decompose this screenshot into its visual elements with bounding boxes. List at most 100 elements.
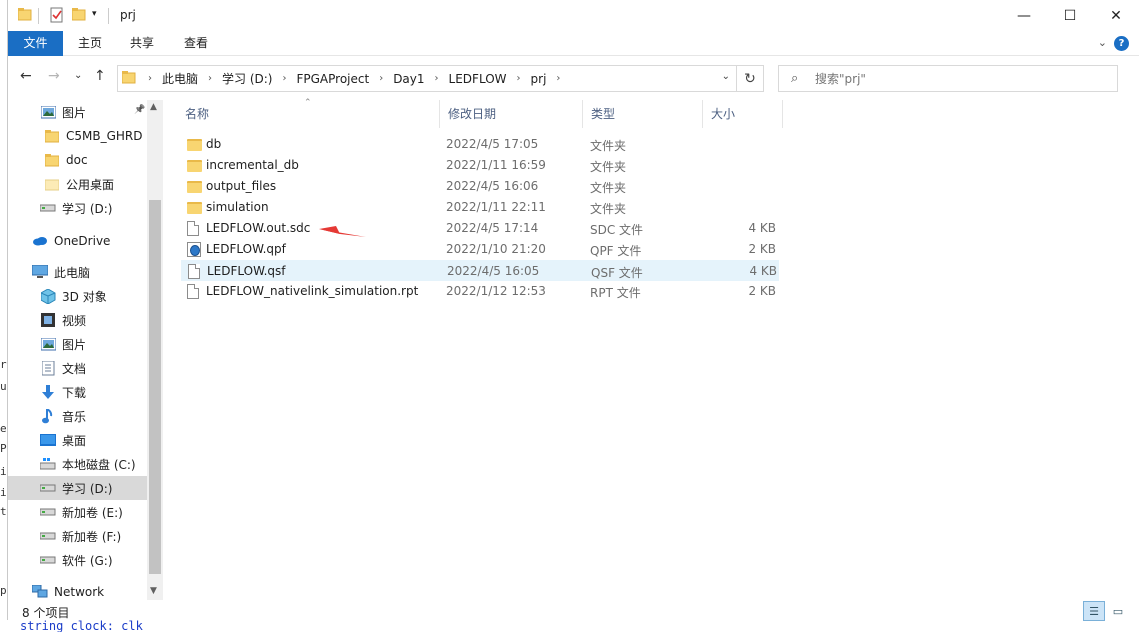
sidebar-item[interactable]: 视频 bbox=[8, 308, 147, 332]
file-type: 文件夹 bbox=[590, 160, 627, 174]
breadcrumb-item[interactable]: FPGAProject bbox=[292, 72, 373, 86]
help-icon[interactable]: ? bbox=[1114, 36, 1129, 51]
close-button[interactable]: ✕ bbox=[1093, 0, 1139, 31]
column-header-size[interactable]: 大小 bbox=[703, 100, 783, 128]
file-type: 文件夹 bbox=[590, 139, 627, 153]
search-input[interactable] bbox=[815, 70, 1105, 88]
tab-share[interactable]: 共享 bbox=[116, 31, 168, 56]
file-row[interactable]: output_files 2022/4/5 16:06 文件夹 bbox=[181, 176, 779, 197]
sidebar-item[interactable]: 音乐 bbox=[8, 404, 147, 428]
sidebar-item[interactable]: 新加卷 (F:) bbox=[8, 524, 147, 548]
sidebar-item-label: 图片 bbox=[62, 337, 87, 352]
file-modified: 2022/4/5 17:05 bbox=[446, 137, 539, 151]
drive-icon bbox=[40, 505, 56, 519]
ribbon-expand-icon[interactable]: ⌄ bbox=[1098, 36, 1107, 49]
breadcrumb-item[interactable]: 学习 (D:) bbox=[218, 70, 276, 87]
breadcrumb-item[interactable]: 此电脑 bbox=[158, 70, 202, 87]
sidebar-item-label: 本地磁盘 (C:) bbox=[62, 457, 136, 472]
file-name: LEDFLOW_nativelink_simulation.rpt bbox=[206, 284, 419, 298]
details-view-icon[interactable]: ☰ bbox=[1083, 601, 1105, 621]
folder-icon bbox=[44, 129, 60, 143]
sidebar-item-label: 文档 bbox=[62, 361, 87, 376]
navigation-scrollbar[interactable]: ▲ ▼ bbox=[147, 100, 163, 600]
sidebar-item-label: 新加卷 (F:) bbox=[62, 529, 122, 544]
forward-button[interactable]: → bbox=[48, 68, 60, 84]
folder-icon[interactable] bbox=[17, 7, 32, 24]
sidebar-item[interactable]: OneDrive bbox=[8, 229, 147, 253]
sidebar-item[interactable]: 图片 bbox=[8, 332, 147, 356]
chevron-right-icon[interactable]: › bbox=[142, 73, 158, 84]
breadcrumb-item[interactable]: prj bbox=[527, 72, 551, 86]
file-row[interactable]: LEDFLOW.out.sdc 2022/4/5 17:14 SDC 文件 4 KB bbox=[181, 218, 779, 239]
breadcrumb-item[interactable]: LEDFLOW bbox=[445, 72, 511, 86]
file-name: db bbox=[206, 137, 222, 151]
back-button[interactable]: ← bbox=[20, 68, 32, 84]
file-row[interactable]: LEDFLOW_nativelink_simulation.rpt 2022/1/… bbox=[181, 281, 779, 302]
address-bar[interactable]: › 此电脑 › 学习 (D:) › FPGAProject › Day1 › L… bbox=[117, 65, 737, 92]
customize-dropdown-icon[interactable]: ▾ bbox=[92, 9, 97, 19]
tab-file[interactable]: 文件 bbox=[8, 31, 63, 56]
sidebar-item[interactable]: doc bbox=[8, 148, 147, 172]
file-name: output_files bbox=[206, 179, 277, 193]
file-icon bbox=[187, 284, 201, 299]
recent-locations-button[interactable]: ⌄ bbox=[74, 70, 82, 81]
tab-home[interactable]: 主页 bbox=[64, 31, 116, 56]
properties-icon[interactable] bbox=[50, 7, 64, 26]
file-row[interactable]: db 2022/4/5 17:05 文件夹 bbox=[181, 134, 779, 155]
up-button[interactable]: ↑ bbox=[94, 68, 106, 84]
file-row[interactable]: LEDFLOW.qsf 2022/4/5 16:05 QSF 文件 4 KB bbox=[181, 260, 779, 281]
status-bar: 8 个项目 ☰ ▭ bbox=[8, 600, 1139, 622]
videos-icon bbox=[40, 313, 56, 327]
file-modified: 2022/4/5 16:06 bbox=[446, 179, 539, 193]
file-icon bbox=[188, 264, 202, 279]
sidebar-item-label: 新加卷 (E:) bbox=[62, 505, 123, 520]
sidebar-item[interactable]: C5MB_GHRD bbox=[8, 124, 147, 148]
title-bar: ▾ prj — ☐ ✕ bbox=[8, 0, 1139, 31]
3d-objects-icon bbox=[40, 288, 56, 304]
breadcrumb-item[interactable]: Day1 bbox=[389, 72, 428, 86]
tab-view[interactable]: 查看 bbox=[170, 31, 222, 56]
scroll-down-icon[interactable]: ▼ bbox=[150, 586, 157, 596]
search-box[interactable]: ⌕ bbox=[778, 65, 1118, 92]
sidebar-item[interactable]: 新加卷 (E:) bbox=[8, 500, 147, 524]
large-icons-view-icon[interactable]: ▭ bbox=[1107, 601, 1129, 621]
chevron-right-icon[interactable]: › bbox=[202, 73, 218, 84]
new-folder-icon[interactable] bbox=[71, 7, 86, 24]
file-row[interactable]: LEDFLOW.qpf 2022/1/10 21:20 QPF 文件 2 KB bbox=[181, 239, 779, 260]
sidebar-item-label: 视频 bbox=[62, 313, 87, 328]
sidebar-item[interactable]: 桌面 bbox=[8, 428, 147, 452]
minimize-button[interactable]: — bbox=[1001, 0, 1047, 31]
chevron-right-icon[interactable]: › bbox=[511, 73, 527, 84]
sidebar-item[interactable]: Network bbox=[8, 580, 147, 600]
column-header-type[interactable]: 类型 bbox=[583, 100, 703, 128]
maximize-button[interactable]: ☐ bbox=[1047, 0, 1093, 31]
sidebar-item[interactable]: 本地磁盘 (C:) bbox=[8, 452, 147, 476]
sidebar-item[interactable]: 图片 📌 bbox=[8, 100, 147, 124]
chevron-right-icon[interactable]: › bbox=[373, 73, 389, 84]
file-name: LEDFLOW.qsf bbox=[207, 264, 286, 278]
sidebar-item-label: 学习 (D:) bbox=[62, 481, 113, 496]
address-history-dropdown-icon[interactable]: ⌄ bbox=[722, 71, 730, 82]
column-header-modified[interactable]: 修改日期 bbox=[440, 100, 583, 128]
sidebar-item[interactable]: 文档 bbox=[8, 356, 147, 380]
sidebar-item[interactable]: 下载 bbox=[8, 380, 147, 404]
scroll-up-icon[interactable]: ▲ bbox=[150, 102, 157, 112]
sidebar-item[interactable]: 此电脑 bbox=[8, 260, 147, 284]
sidebar-item[interactable]: 学习 (D:) bbox=[8, 476, 147, 500]
sidebar-item[interactable]: 3D 对象 bbox=[8, 284, 147, 308]
refresh-button[interactable]: ↻ bbox=[737, 65, 764, 92]
scrollbar-thumb[interactable] bbox=[149, 200, 161, 574]
chevron-right-icon[interactable]: › bbox=[550, 73, 566, 84]
chevron-right-icon[interactable]: › bbox=[276, 73, 292, 84]
sidebar-item[interactable]: 学习 (D:) bbox=[8, 196, 147, 220]
sidebar-item[interactable]: 软件 (G:) bbox=[8, 548, 147, 572]
file-row[interactable]: incremental_db 2022/1/11 16:59 文件夹 bbox=[181, 155, 779, 176]
sidebar-item[interactable]: 公用桌面 bbox=[8, 172, 147, 196]
folder-icon bbox=[187, 158, 202, 173]
desktop-icon bbox=[40, 433, 56, 447]
column-header-name[interactable]: 名称 bbox=[177, 100, 440, 128]
file-name: simulation bbox=[206, 200, 269, 214]
chevron-right-icon[interactable]: › bbox=[429, 73, 445, 84]
file-row[interactable]: simulation 2022/1/11 22:11 文件夹 bbox=[181, 197, 779, 218]
file-modified: 2022/1/10 21:20 bbox=[446, 242, 546, 256]
